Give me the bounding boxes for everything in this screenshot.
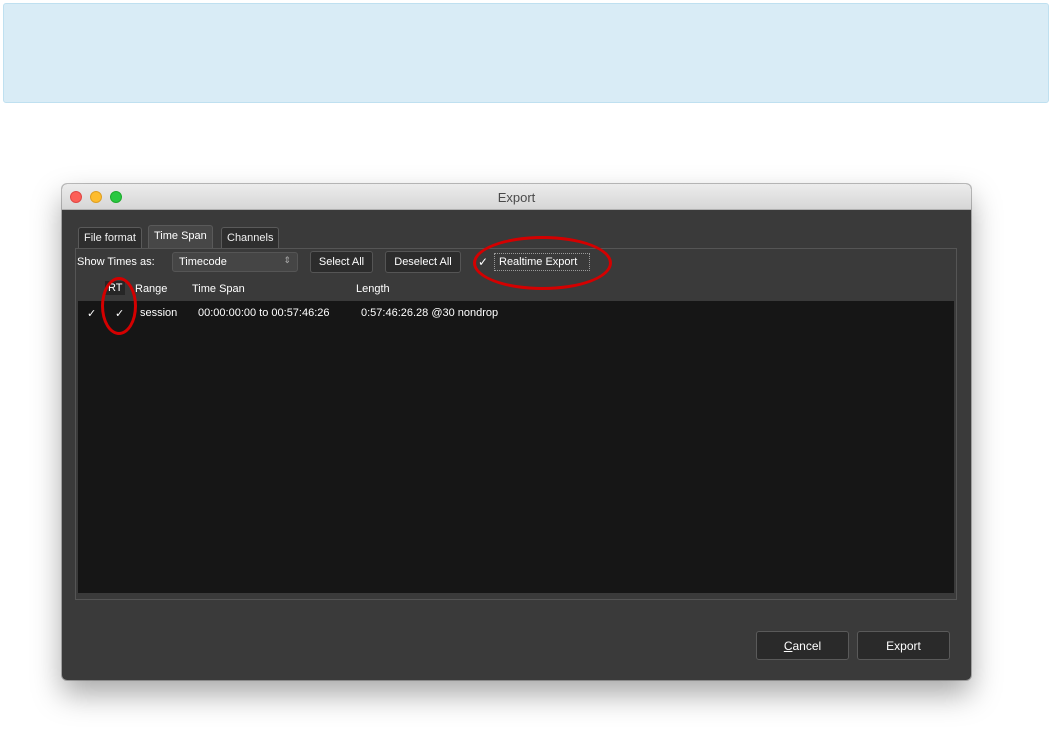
column-header-length[interactable]: Length	[356, 283, 390, 295]
deselect-all-button[interactable]: Deselect All	[385, 251, 461, 273]
title-bar[interactable]: Export	[62, 184, 971, 210]
export-dialog: Export File format Time Span Channels Sh…	[62, 184, 971, 680]
tab-file-format[interactable]: File format	[78, 227, 142, 248]
row-time-span: 00:00:00:00 to 00:57:46:26	[198, 307, 330, 319]
cancel-button[interactable]: Cancel	[756, 631, 849, 660]
tab-channels[interactable]: Channels	[221, 227, 280, 248]
row-rt-check-icon[interactable]: ✓	[115, 307, 124, 320]
cancel-label: ancel	[792, 639, 822, 653]
column-header-range[interactable]: Range	[135, 283, 167, 295]
time-format-value: Timecode	[179, 256, 227, 268]
column-header-rt[interactable]: RT	[105, 281, 126, 295]
select-arrows-icon: ⇕	[283, 255, 291, 265]
row-range: session	[140, 307, 178, 319]
time-format-select[interactable]: Timecode ⇕	[172, 252, 298, 272]
realtime-export-label[interactable]: Realtime Export	[494, 253, 590, 271]
table-header: RT Range Time Span Length	[78, 280, 954, 300]
row-select-check-icon[interactable]: ✓	[87, 307, 96, 320]
time-span-list[interactable]: ✓ ✓ session 00:00:00:00 to 00:57:46:26 0…	[78, 301, 954, 593]
tab-time-span[interactable]: Time Span	[148, 225, 213, 248]
row-length: 0:57:46:26.28 @30 nondrop	[361, 307, 499, 319]
window-title: Export	[497, 190, 536, 205]
select-all-button[interactable]: Select All	[310, 251, 373, 273]
info-banner	[3, 3, 1049, 103]
show-times-label: Show Times as:	[77, 256, 155, 268]
export-button[interactable]: Export	[857, 631, 950, 660]
column-header-time-span[interactable]: Time Span	[192, 283, 245, 295]
realtime-export-checkbox[interactable]: ✓	[478, 255, 488, 269]
